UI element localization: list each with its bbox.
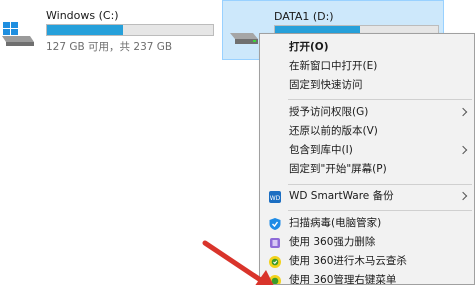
annotation-arrow-icon — [202, 240, 274, 285]
